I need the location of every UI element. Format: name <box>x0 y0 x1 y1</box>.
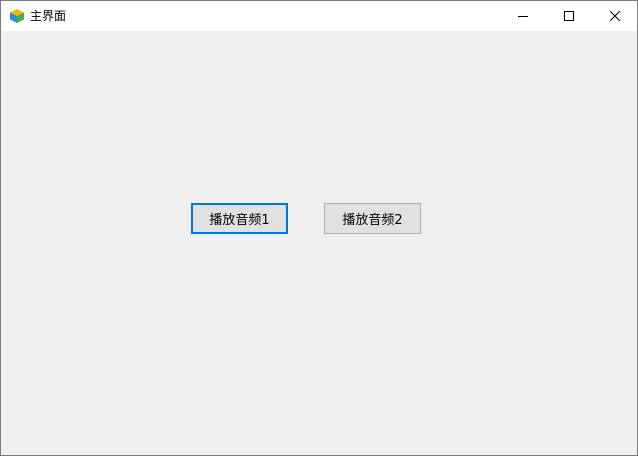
window-title: 主界面 <box>30 9 67 23</box>
maximize-button[interactable] <box>546 1 592 31</box>
close-icon <box>610 11 620 21</box>
play-audio-2-button[interactable]: 播放音频2 <box>324 203 421 234</box>
play-audio-1-label: 播放音频1 <box>209 213 270 228</box>
minimize-button[interactable] <box>500 1 546 31</box>
play-audio-2-label: 播放音频2 <box>342 213 403 228</box>
close-button[interactable] <box>592 1 638 31</box>
main-window: 主界面 播放音频1 播放音频2 <box>0 0 638 456</box>
app-cube-icon <box>9 8 25 24</box>
title-bar[interactable]: 主界面 <box>1 1 637 31</box>
play-audio-1-button[interactable]: 播放音频1 <box>191 203 288 234</box>
maximize-icon <box>564 11 574 21</box>
minimize-icon <box>518 11 528 21</box>
client-area: 播放音频1 播放音频2 <box>1 31 637 455</box>
